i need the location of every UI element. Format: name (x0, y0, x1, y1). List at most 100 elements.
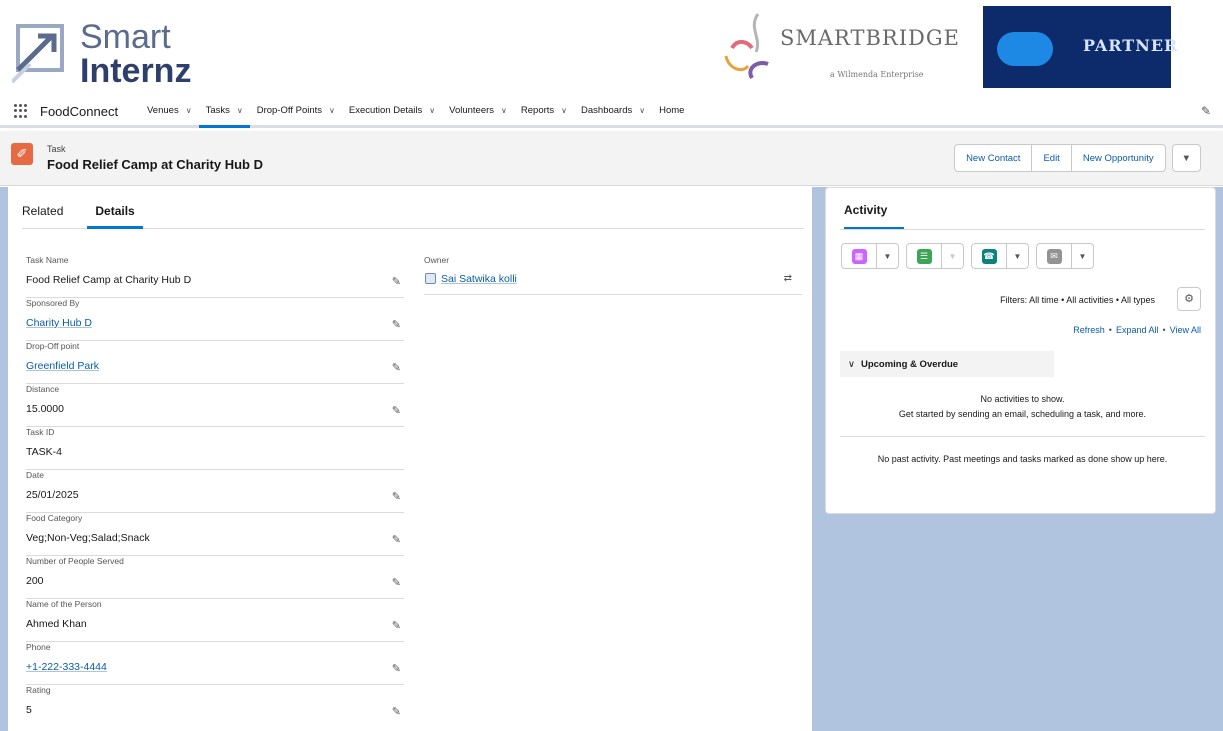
chevron-down-icon[interactable]: ∨ (561, 106, 567, 115)
activity-panel: Activity ▦ ▼ ☰ ▼ ☎ ▼ ✉ ▼ Filters: All ti… (825, 187, 1216, 514)
caret-down-icon: ▼ (1181, 152, 1191, 164)
edit-pencil-icon[interactable]: ✎ (392, 619, 401, 632)
chevron-down-icon[interactable]: ∨ (186, 106, 192, 115)
field-value: 15.0000 (26, 403, 64, 415)
nav-item-volunteers[interactable]: Volunteers ∨ (442, 96, 514, 125)
edit-nav-pencil-icon[interactable]: ✎ (1201, 104, 1211, 118)
tab-details[interactable]: Details (87, 201, 143, 229)
app-launcher-icon[interactable] (14, 104, 28, 118)
field-label: Phone (26, 642, 51, 652)
nav-item-label: Home (659, 105, 685, 116)
email-icon: ✉ (1046, 248, 1062, 264)
refresh-link[interactable]: Refresh (1073, 325, 1105, 335)
detail-field-row: Name of the Person Ahmed Khan ✎ (26, 599, 404, 642)
new-opportunity-button[interactable]: New Opportunity (1070, 144, 1166, 172)
field-value: 200 (26, 575, 44, 587)
owner-link[interactable]: Sai Satwika kolli (441, 273, 517, 285)
salesforce-cloud-icon (997, 32, 1053, 66)
smartinternz-wordmark: Smart Internz (80, 18, 192, 90)
nav-item-label: Dashboards (581, 105, 633, 116)
detail-field-row: Distance 15.0000 ✎ (26, 384, 404, 427)
filter-settings-gear-icon[interactable]: ⚙ (1177, 287, 1201, 311)
nav-item-drop-off-points[interactable]: Drop-Off Points ∨ (250, 96, 342, 125)
nav-item-home[interactable]: Home (652, 96, 691, 125)
upcoming-overdue-section-header[interactable]: ∨ Upcoming & Overdue (840, 351, 1054, 377)
user-avatar-icon (425, 273, 436, 284)
nav-item-label: Volunteers (449, 105, 495, 116)
new-task-button[interactable]: ☰ (906, 243, 942, 269)
edit-pencil-icon[interactable]: ✎ (392, 404, 401, 417)
nav-item-label: Venues (147, 105, 179, 116)
log-call-button[interactable]: ☎ (971, 243, 1007, 269)
new-event-button-group: ▦ ▼ (841, 243, 899, 269)
nav-item-execution-details[interactable]: Execution Details ∨ (342, 96, 442, 125)
edit-pencil-icon[interactable]: ✎ (392, 576, 401, 589)
tab-activity[interactable]: Activity (844, 203, 904, 230)
chevron-down-icon[interactable]: ∨ (501, 106, 507, 115)
detail-field-row: Phone +1-222-333-4444 ✎ (26, 642, 404, 685)
new-task-button-group: ☰ ▼ (906, 243, 964, 269)
field-label: Distance (26, 384, 60, 394)
chevron-down-icon[interactable]: ∨ (237, 106, 243, 115)
field-value-link[interactable]: Charity Hub D (26, 317, 92, 329)
smartbridge-name: SMARTBRIDGE (780, 26, 960, 50)
branding-banner: Smart Internz SMARTBRIDGE a Wilmenda Ent… (0, 0, 1223, 95)
activity-action-buttons: ▦ ▼ ☰ ▼ ☎ ▼ ✉ ▼ (841, 243, 1101, 269)
edit-pencil-icon[interactable]: ✎ (392, 705, 401, 718)
nav-item-label: Execution Details (348, 105, 423, 116)
task-object-icon: ✐ (11, 143, 33, 165)
nav-item-label: Tasks (205, 105, 230, 116)
new-event-dropdown[interactable]: ▼ (877, 243, 899, 269)
edit-pencil-icon[interactable]: ✎ (392, 275, 401, 288)
nav-item-label: Drop-Off Points (256, 105, 323, 116)
new-event-button[interactable]: ▦ (841, 243, 877, 269)
new-contact-button[interactable]: New Contact (954, 144, 1033, 172)
field-label: Rating (26, 685, 51, 695)
email-dropdown[interactable]: ▼ (1072, 243, 1094, 269)
detail-fields: Task Name Food Relief Camp at Charity Hub… (26, 255, 404, 728)
field-label: Food Category (26, 513, 83, 523)
edit-button[interactable]: Edit (1031, 144, 1072, 172)
field-value-link[interactable]: Greenfield Park (26, 360, 99, 372)
detail-field-row: Drop-Off point Greenfield Park ✎ (26, 341, 404, 384)
tab-related[interactable]: Related (22, 201, 63, 228)
nav-item-reports[interactable]: Reports ∨ (514, 96, 574, 125)
field-label: Drop-Off point (26, 341, 80, 351)
activity-filters-text: Filters: All time • All activities • All… (1000, 295, 1155, 305)
call-icon: ☎ (981, 248, 997, 264)
nav-item-tasks[interactable]: Tasks ∨ (198, 96, 250, 128)
chevron-down-icon[interactable]: ∨ (329, 106, 335, 115)
field-value: 5 (26, 704, 32, 716)
smartbridge-subtitle: a Wilmenda Enterprise (830, 70, 924, 79)
field-label: Number of People Served (26, 556, 124, 566)
change-owner-icon[interactable]: ⇄ (784, 273, 792, 284)
detail-field-row: Food Category Veg;Non-Veg;Salad;Snack ✎ (26, 513, 404, 556)
edit-pencil-icon[interactable]: ✎ (392, 490, 401, 503)
chevron-down-icon[interactable]: ∨ (429, 106, 435, 115)
nav-item-venues[interactable]: Venues ∨ (140, 96, 199, 125)
record-details-panel: Related Details Task Name Food Relief Cam… (8, 187, 812, 731)
nav-item-dashboards[interactable]: Dashboards ∨ (574, 96, 652, 125)
main-content-area: Related Details Task Name Food Relief Cam… (0, 187, 1223, 731)
field-value: TASK-4 (26, 446, 62, 458)
chevron-down-icon[interactable]: ∨ (639, 106, 645, 115)
edit-pencil-icon[interactable]: ✎ (392, 533, 401, 546)
log-call-dropdown[interactable]: ▼ (1007, 243, 1029, 269)
new-task-dropdown[interactable]: ▼ (942, 243, 964, 269)
app-name: FoodConnect (40, 104, 119, 119)
get-started-text: Get started by sending an email, schedul… (898, 409, 1147, 419)
expand-all-link[interactable]: Expand All (1116, 325, 1159, 335)
record-tabs: Related Details (22, 201, 804, 229)
field-value-link[interactable]: +1-222-333-4444 (26, 661, 107, 673)
more-actions-dropdown[interactable]: ▼ (1171, 144, 1201, 172)
view-all-link[interactable]: View All (1170, 325, 1201, 335)
field-label: Task Name (26, 255, 69, 265)
salesforce-partner-badge: PARTNER (983, 6, 1177, 88)
task-icon: ☰ (916, 248, 932, 264)
record-header: ✐ Task Food Relief Camp at Charity Hub D… (0, 131, 1223, 186)
edit-pencil-icon[interactable]: ✎ (392, 318, 401, 331)
edit-pencil-icon[interactable]: ✎ (392, 361, 401, 374)
record-actions: New Contact Edit New Opportunity ▼ (954, 144, 1201, 172)
email-button[interactable]: ✉ (1036, 243, 1072, 269)
edit-pencil-icon[interactable]: ✎ (392, 662, 401, 675)
